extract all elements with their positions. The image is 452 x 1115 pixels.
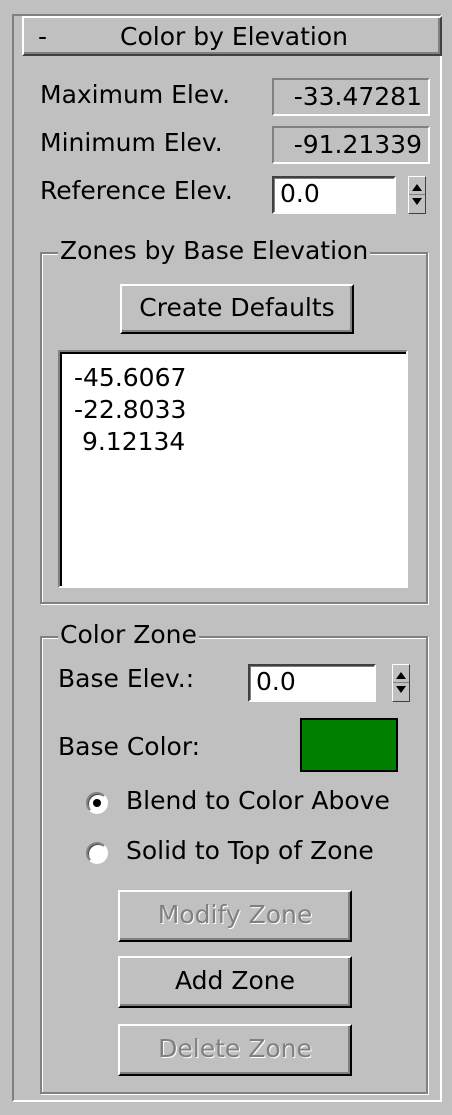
max-elev-value: -33.47281	[272, 78, 430, 116]
rollout-title: Color by Elevation	[120, 22, 348, 51]
zones-group-title: Zones by Base Elevation	[58, 236, 371, 265]
zone-list-item[interactable]: -45.6067	[74, 362, 406, 394]
zone-list-item[interactable]: 9.12134	[74, 426, 406, 458]
color-zone-group-title: Color Zone	[58, 620, 199, 649]
spinner-divider	[409, 194, 425, 195]
delete-zone-button[interactable]: Delete Zone	[118, 1024, 352, 1076]
max-elev-label: Maximum Elev.	[40, 80, 231, 109]
zone-list-item[interactable]: -22.8033	[74, 394, 406, 426]
base-color-label: Base Color:	[58, 732, 201, 761]
create-defaults-button[interactable]: Create Defaults	[120, 284, 354, 334]
radio-selected-dot	[93, 799, 101, 807]
solid-radio-label[interactable]: Solid to Top of Zone	[126, 836, 374, 865]
base-elev-input[interactable]: 0.0	[248, 664, 376, 702]
add-zone-button[interactable]: Add Zone	[118, 956, 352, 1008]
spinner-up-icon[interactable]	[412, 184, 422, 191]
blend-radio-label[interactable]: Blend to Color Above	[126, 786, 390, 815]
ref-elev-label: Reference Elev.	[40, 176, 233, 205]
rollout-header-button[interactable]: - Color by Elevation	[22, 16, 442, 56]
solid-radio[interactable]	[86, 842, 108, 864]
spinner-down-icon[interactable]	[412, 198, 422, 205]
base-color-swatch[interactable]	[300, 718, 398, 772]
modify-zone-button[interactable]: Modify Zone	[118, 890, 352, 942]
spinner-down-icon[interactable]	[396, 686, 406, 693]
spinner-up-icon[interactable]	[396, 672, 406, 679]
blend-radio[interactable]	[86, 792, 108, 814]
ref-elev-spinner[interactable]	[408, 176, 426, 214]
min-elev-value: -91.21339	[272, 126, 430, 164]
ref-elev-input[interactable]: 0.0	[272, 176, 396, 214]
base-elev-label: Base Elev.:	[58, 664, 195, 693]
collapse-icon: -	[38, 22, 48, 51]
base-elev-spinner[interactable]	[392, 664, 410, 702]
zones-listbox[interactable]: -45.6067 -22.8033 9.12134	[58, 350, 408, 588]
min-elev-label: Minimum Elev.	[40, 128, 223, 157]
spinner-divider	[393, 682, 409, 683]
